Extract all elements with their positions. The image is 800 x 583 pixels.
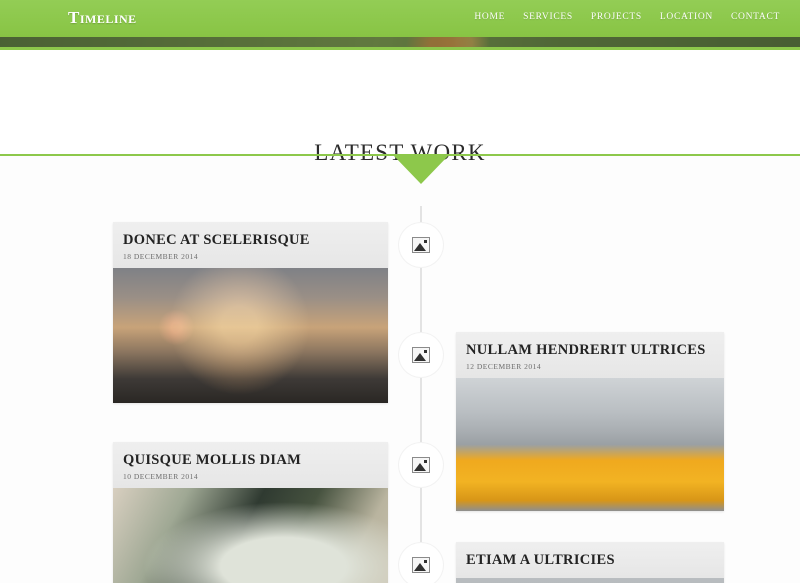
card-header: QUISQUE MOLLIS DIAM 10 DECEMBER 2014 bbox=[113, 442, 388, 488]
nav-item-location[interactable]: LOCATION bbox=[660, 12, 713, 22]
card-image bbox=[113, 488, 388, 583]
card-title: QUISQUE MOLLIS DIAM bbox=[123, 452, 302, 468]
top-navbar: Timeline HOME SERVICES PROJECTS LOCATION… bbox=[0, 0, 800, 37]
card-image bbox=[456, 378, 724, 511]
card-title: NULLAM HENDRERIT ULTRICES bbox=[466, 342, 706, 358]
nav-item-contact[interactable]: CONTACT bbox=[731, 12, 780, 22]
nav-item-projects[interactable]: PROJECTS bbox=[591, 12, 642, 22]
timeline-card-1[interactable]: DONEC AT SCELERISQUE 18 DECEMBER 2014 bbox=[113, 222, 388, 403]
image-placeholder-icon bbox=[412, 347, 430, 363]
card-image bbox=[456, 578, 724, 583]
card-date: 18 DECEMBER 2014 bbox=[123, 252, 199, 261]
site-logo[interactable]: Timeline bbox=[68, 8, 137, 28]
card-header: ETIAM A ULTRICIES bbox=[456, 542, 724, 578]
timeline-card-4[interactable]: ETIAM A ULTRICIES bbox=[456, 542, 724, 583]
timeline-marker-2[interactable] bbox=[399, 333, 443, 377]
timeline-marker-4[interactable] bbox=[399, 543, 443, 583]
divider-arrow-icon bbox=[394, 156, 448, 184]
timeline-section: DONEC AT SCELERISQUE 18 DECEMBER 2014 NU… bbox=[0, 190, 800, 583]
timeline-card-2[interactable]: NULLAM HENDRERIT ULTRICES 12 DECEMBER 20… bbox=[456, 332, 724, 511]
card-header: DONEC AT SCELERISQUE 18 DECEMBER 2014 bbox=[113, 222, 388, 268]
card-image bbox=[113, 268, 388, 403]
timeline-marker-3[interactable] bbox=[399, 443, 443, 487]
card-title: ETIAM A ULTRICIES bbox=[466, 552, 615, 568]
primary-nav: HOME SERVICES PROJECTS LOCATION CONTACT bbox=[474, 12, 780, 22]
card-title: DONEC AT SCELERISQUE bbox=[123, 232, 310, 248]
image-placeholder-icon bbox=[412, 557, 430, 573]
timeline-card-3[interactable]: QUISQUE MOLLIS DIAM 10 DECEMBER 2014 bbox=[113, 442, 388, 583]
card-date: 12 DECEMBER 2014 bbox=[466, 362, 542, 371]
title-section: LATEST WORK bbox=[0, 50, 800, 165]
nav-item-home[interactable]: HOME bbox=[474, 12, 505, 22]
image-placeholder-icon bbox=[412, 237, 430, 253]
image-placeholder-icon bbox=[412, 457, 430, 473]
card-date: 10 DECEMBER 2014 bbox=[123, 472, 199, 481]
card-header: NULLAM HENDRERIT ULTRICES 12 DECEMBER 20… bbox=[456, 332, 724, 378]
nav-item-services[interactable]: SERVICES bbox=[523, 12, 573, 22]
timeline-marker-1[interactable] bbox=[399, 223, 443, 267]
navbar-inner: Timeline HOME SERVICES PROJECTS LOCATION… bbox=[0, 0, 800, 37]
